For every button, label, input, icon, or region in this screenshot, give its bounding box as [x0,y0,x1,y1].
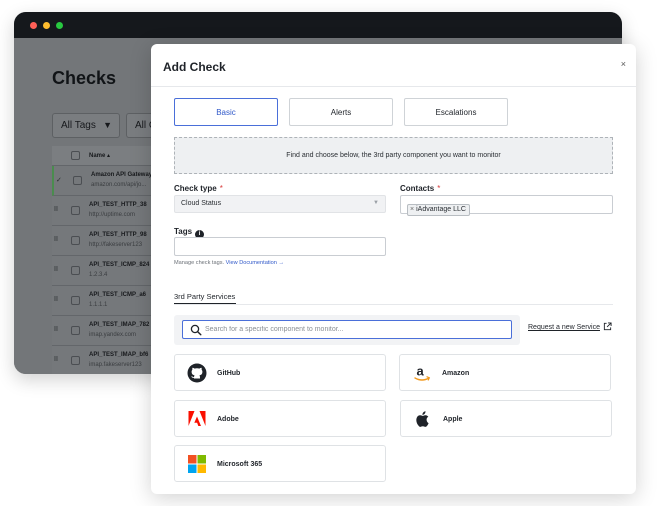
github-logo-icon [187,363,207,383]
view-documentation-link[interactable]: View Documentation → [226,260,284,266]
service-card-amazon[interactable]: a Amazon [399,354,611,391]
apple-logo-icon [416,411,429,427]
row-paused-icon: II [54,266,58,273]
row-status-icon: ✓ [56,177,62,184]
section-divider [174,304,613,305]
table-row[interactable]: II API_TEST_ICMP_824 1.2.3.4 [52,256,152,286]
stage: Checks All Tags ▼ All C Name ▴ ✓ Amazon … [0,0,665,506]
required-marker: * [437,184,441,193]
row-checkbox[interactable] [71,356,80,365]
helper-text: Manage check tags. [174,260,225,266]
window-maximize-dot[interactable] [56,22,63,29]
check-type-label: Check type * [174,184,223,193]
row-name: API_TEST_ICMP_a6 [89,292,147,298]
row-checkbox[interactable] [71,326,80,335]
row-checkbox[interactable] [71,236,80,245]
row-checkbox[interactable] [71,296,80,305]
row-name: API_TEST_HTTP_38 [89,202,147,208]
modal-title: Add Check [163,60,226,74]
table-row[interactable]: ✓ Amazon API Gateway amazon.com/api/jo..… [52,166,152,196]
search-icon [190,324,202,336]
row-url: http://uptime.com [89,212,136,218]
component-instruction-box: Find and choose below, the 3rd party com… [174,137,613,174]
window-titlebar [14,12,622,38]
row-url: 1.1.1.1 [89,302,108,308]
row-url: http://fakeserver123 [89,242,143,248]
name-column-header[interactable]: Name ▴ [89,152,110,159]
check-type-label-text: Check type [174,184,217,193]
service-name: Adobe [217,416,239,423]
table-row[interactable]: II API_TEST_IMAP_bf6 imap.fakeserver123 [52,346,152,374]
third-party-services-heading: 3rd Party Services [174,292,236,301]
service-card-adobe[interactable]: Adobe [174,400,386,437]
chip-remove-icon[interactable]: × [410,206,414,213]
add-check-modal: Add Check × Basic Alerts Escalations Fin… [151,44,636,494]
row-url: 1.2.3.4 [89,272,108,278]
row-url: amazon.com/api/jo... [91,182,147,188]
check-type-value: Cloud Status [181,200,222,207]
adobe-logo-icon [188,411,206,426]
contacts-label: Contacts * [400,184,440,193]
contacts-label-text: Contacts [400,184,435,193]
page-title: Checks [52,68,117,88]
search-wrapper [174,315,520,345]
contact-chip: × iAdvantage LLC [407,204,470,216]
contacts-field[interactable]: × iAdvantage LLC [400,195,613,216]
row-paused-icon: II [54,206,58,213]
table-row[interactable]: II API_TEST_ICMP_a6 1.1.1.1 [52,286,152,316]
row-name: API_TEST_HTTP_98 [89,232,147,238]
table-row[interactable]: II API_TEST_HTTP_38 http://uptime.com [52,196,152,226]
tags-helper-text: Manage check tags. View Documentation → [174,260,284,266]
row-checkbox[interactable] [73,176,82,185]
chevron-down-icon: ▼ [373,200,379,206]
svg-text:a: a [417,364,425,379]
table-row[interactable]: II API_TEST_IMAP_782 imap.yandex.com [52,316,152,346]
tags-input[interactable] [174,237,386,256]
contact-chip-label: iAdvantage LLC [416,206,466,213]
row-url: imap.fakeserver123 [89,362,142,368]
chevron-down-icon: ▼ [103,120,112,130]
microsoft-logo-icon [188,455,206,473]
service-name: Amazon [442,370,470,377]
tags-label-text: Tags [174,227,193,236]
row-name: API_TEST_IMAP_782 [89,322,150,328]
row-paused-icon: II [54,296,58,303]
service-name: Microsoft 365 [217,461,263,468]
modal-header-divider [151,86,636,87]
amazon-logo-icon: a [414,364,431,381]
tab-alerts[interactable]: Alerts [289,98,393,126]
required-marker: * [219,184,223,193]
all-tags-filter[interactable]: All Tags ▼ [52,113,120,138]
component-search-input[interactable] [205,322,505,337]
close-icon[interactable]: × [621,59,626,69]
request-new-service-link[interactable]: Request a new Service [528,324,600,331]
service-name: GitHub [217,370,241,377]
check-type-select[interactable]: Cloud Status ▼ [174,195,386,213]
table-header-row: Name ▴ [52,146,152,166]
row-name: Amazon API Gateway [91,172,153,178]
row-checkbox[interactable] [71,266,80,275]
window-close-dot[interactable] [30,22,37,29]
checks-table: Name ▴ ✓ Amazon API Gateway amazon.com/a… [52,146,152,374]
service-name: Apple [443,416,463,423]
tab-escalations[interactable]: Escalations [404,98,508,126]
row-paused-icon: II [54,326,58,333]
external-link-icon[interactable] [603,322,612,331]
all-tags-filter-label: All Tags [61,120,96,131]
row-paused-icon: II [54,356,58,363]
service-card-apple[interactable]: Apple [400,400,612,437]
row-name: API_TEST_IMAP_bf6 [89,352,149,358]
row-paused-icon: II [54,236,58,243]
row-url: imap.yandex.com [89,332,137,338]
window-minimize-dot[interactable] [43,22,50,29]
service-card-microsoft-365[interactable]: Microsoft 365 [174,445,386,482]
table-row[interactable]: II API_TEST_HTTP_98 http://fakeserver123 [52,226,152,256]
select-all-checkbox[interactable] [71,151,80,160]
tab-basic[interactable]: Basic [174,98,278,126]
service-card-github[interactable]: GitHub [174,354,386,391]
search-box[interactable] [182,320,512,339]
section-underline [174,303,236,304]
row-name: API_TEST_ICMP_824 [89,262,150,268]
row-checkbox[interactable] [71,206,80,215]
